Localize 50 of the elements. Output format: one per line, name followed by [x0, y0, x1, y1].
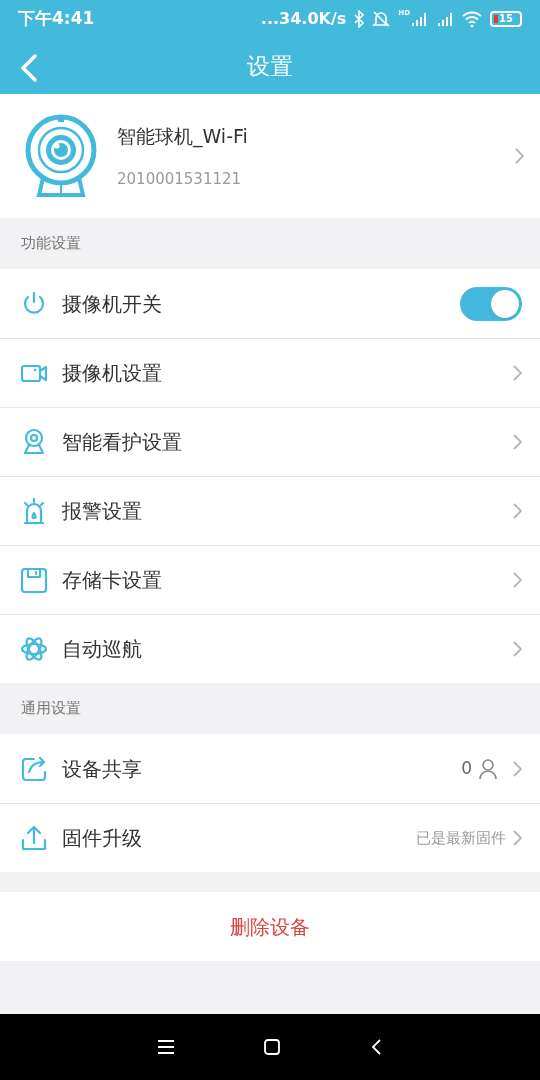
delete-device-button[interactable]: 删除设备 — [0, 892, 540, 961]
camera-icon — [25, 114, 97, 198]
signal-icon — [410, 10, 428, 28]
row-label: 设备共享 — [62, 755, 143, 783]
back-icon[interactable] — [370, 1039, 382, 1055]
row-label: 固件升级 — [62, 825, 143, 852]
section-header: 功能设置 — [21, 233, 81, 255]
row-label: 摄像机设置 — [62, 360, 163, 387]
share-icon — [20, 754, 48, 783]
atom-icon — [20, 635, 48, 663]
row-value: 0 — [461, 756, 472, 780]
home-icon[interactable] — [264, 1039, 280, 1055]
menu-icon[interactable] — [158, 1040, 174, 1054]
chevron-right-icon — [512, 433, 522, 451]
device-card[interactable]: 智能球机_Wi-Fi 2010001531121 — [0, 94, 540, 218]
signal-icon — [436, 10, 454, 28]
chevron-right-icon — [512, 502, 522, 520]
row-value: 已是最新固件 — [416, 827, 506, 849]
settings-row[interactable]: 设备共享 0 — [0, 734, 540, 803]
row-label: 自动巡航 — [62, 636, 143, 663]
settings-row[interactable]: 固件升级 已是最新固件 — [0, 803, 540, 872]
settings-row[interactable]: 存储卡设置 — [0, 545, 540, 614]
chevron-right-icon — [512, 571, 522, 589]
row-label: 存储卡设置 — [62, 567, 163, 594]
person-icon — [478, 757, 498, 780]
settings-row[interactable]: 摄像机开关 — [0, 269, 540, 338]
settings-row[interactable]: 智能看护设置 — [0, 407, 540, 476]
row-label: 报警设置 — [62, 498, 143, 525]
row-label: 智能看护设置 — [62, 429, 183, 456]
section-header: 通用设置 — [21, 698, 81, 720]
settings-row[interactable]: 摄像机设置 — [0, 338, 540, 407]
device-name: 智能球机_Wi-Fi — [117, 123, 249, 150]
battery-level: 15 — [499, 14, 513, 24]
bluetooth-icon — [354, 10, 365, 28]
chevron-right-icon — [514, 147, 524, 165]
chevron-right-icon — [512, 364, 522, 382]
settings-row[interactable]: 自动巡航 — [0, 614, 540, 683]
network-speed: ...34.0K/s — [260, 8, 347, 30]
status-time: 下午4:41 — [18, 7, 95, 31]
settings-row[interactable]: 报警设置 — [0, 476, 540, 545]
chevron-right-icon — [512, 759, 522, 778]
toggle-switch[interactable] — [460, 286, 522, 321]
page-title: 设置 — [247, 51, 293, 81]
muted-bell-icon — [372, 10, 391, 28]
chevron-right-icon — [512, 640, 522, 658]
chevron-right-icon — [512, 829, 522, 847]
device-serial: 2010001531121 — [117, 169, 243, 190]
row-label: 摄像机开关 — [62, 290, 163, 318]
upload-icon — [20, 824, 48, 852]
wifi-icon — [462, 10, 482, 28]
